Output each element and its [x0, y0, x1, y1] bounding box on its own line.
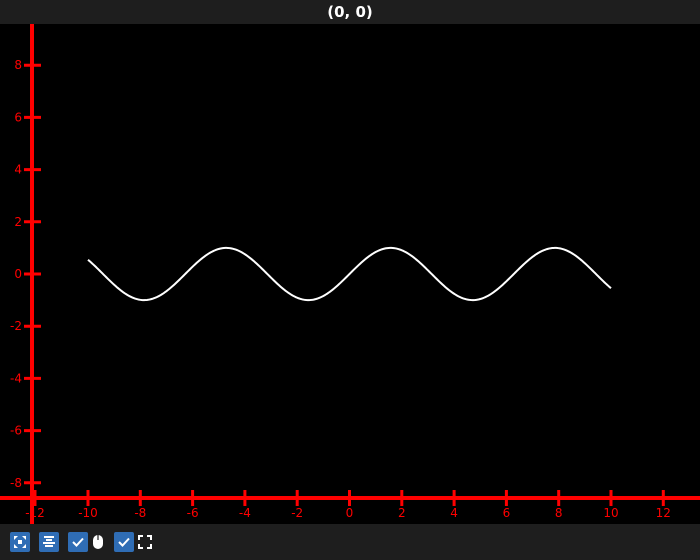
- x-tick-label: -6: [187, 506, 199, 520]
- x-tick-label: -10: [78, 506, 98, 520]
- y-tick-label: -8: [10, 476, 22, 490]
- checkmark-icon: [72, 537, 84, 547]
- x-tick-label: 12: [656, 506, 671, 520]
- y-tick-label: 2: [14, 215, 22, 229]
- fit-view-icon: [14, 536, 26, 548]
- x-tick-label: 4: [450, 506, 458, 520]
- x-tick-label: -2: [291, 506, 303, 520]
- x-tick-label: 10: [603, 506, 618, 520]
- y-tick-label: -2: [10, 319, 22, 333]
- x-tick-label: 2: [398, 506, 406, 520]
- x-tick-label: -8: [134, 506, 146, 520]
- toolbar: [0, 524, 700, 560]
- y-tick-label: -6: [10, 424, 22, 438]
- window-title: (0, 0): [0, 0, 700, 24]
- x-tick-label: 6: [503, 506, 511, 520]
- y-tick-label: 6: [14, 110, 22, 124]
- fit-view-button[interactable]: [10, 532, 30, 552]
- mouse-icon: [92, 534, 104, 550]
- x-tick-label: -4: [239, 506, 251, 520]
- fullscreen-toggle-checkbox[interactable]: [114, 532, 134, 552]
- y-tick-label: 8: [14, 58, 22, 72]
- coordinate-readout: (0, 0): [327, 3, 373, 21]
- mouse-toggle-checkbox[interactable]: [68, 532, 88, 552]
- x-tick-label: 0: [346, 506, 354, 520]
- plot-area[interactable]: -12 -10 -8 -6 -4 -2 0 2 4 6 8 10 12 -8 -6 -4 -2 0 2 4 6 8: [0, 24, 700, 524]
- y-tick-label: 4: [14, 163, 22, 177]
- fullscreen-icon: [138, 535, 152, 549]
- sine-curve: [87, 246, 612, 302]
- align-center-icon: [43, 536, 55, 547]
- chart[interactable]: -12 -10 -8 -6 -4 -2 0 2 4 6 8 10 12 -8 -6 -4 -2 0 2 4 6 8: [0, 24, 700, 524]
- x-tick-label: 8: [555, 506, 563, 520]
- x-tick-label: -12: [25, 506, 45, 520]
- y-tick-label: -4: [10, 371, 22, 385]
- y-tick-label: 0: [14, 267, 22, 281]
- align-center-button[interactable]: [39, 532, 59, 552]
- checkmark-icon: [118, 537, 130, 547]
